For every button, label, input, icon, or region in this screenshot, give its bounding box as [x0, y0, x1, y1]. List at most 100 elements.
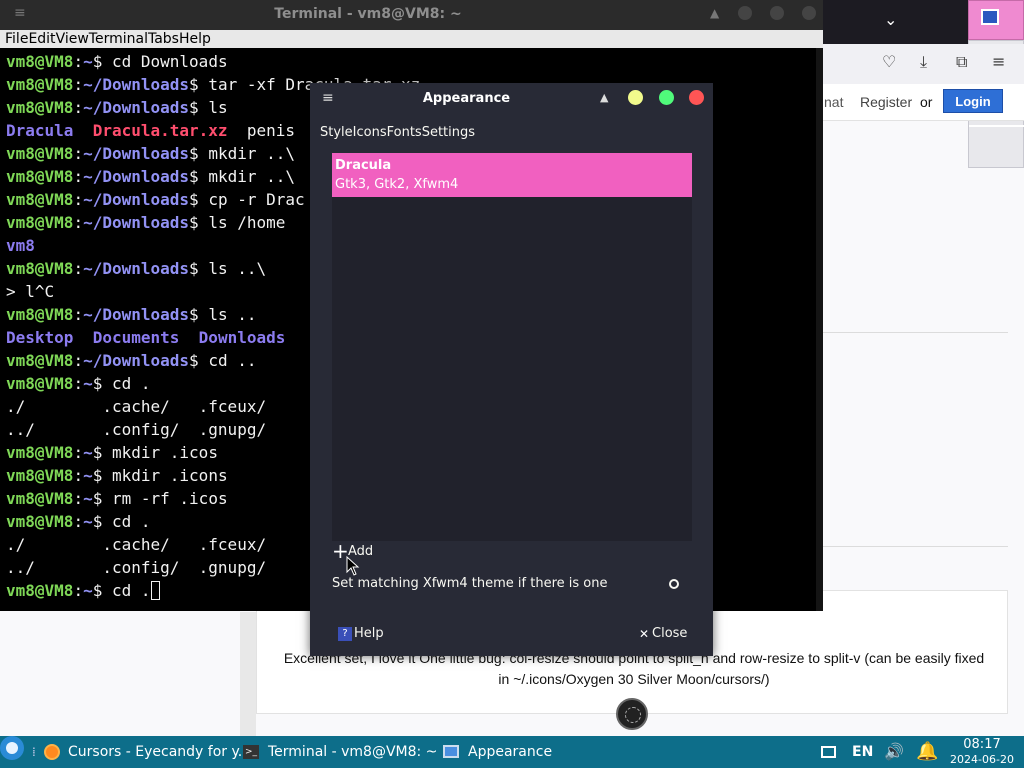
prompt-separator: : [73, 190, 84, 209]
prompt-separator: : [73, 52, 84, 71]
menu-help[interactable]: Help [179, 30, 211, 48]
tab-fonts[interactable]: Fonts [387, 124, 422, 142]
prompt-path: ~ [83, 443, 93, 462]
prompt-user: vm8@VM8 [6, 213, 74, 232]
shade-icon[interactable]: ▲ [710, 6, 719, 20]
xfwm-match-label: Set matching Xfwm4 theme if there is one [332, 576, 608, 591]
dir-entry: Documents [92, 328, 180, 347]
terminal-titlebar[interactable]: ≡ Terminal - vm8@VM8: ~ ▲ [0, 0, 823, 30]
theme-subtitle: Gtk3, Gtk2, Xfwm4 [335, 177, 459, 192]
command-text: $ ls [189, 98, 228, 117]
prompt-path: ~ [83, 512, 93, 531]
clock-date[interactable]: 2024-06-20 [944, 752, 1020, 768]
download-icon[interactable]: ⤓ [920, 52, 927, 72]
output-text: ../ .config/ .gnupg/ [6, 558, 267, 577]
menu-file[interactable]: File [5, 30, 28, 48]
tab-settings[interactable]: Settings [422, 124, 475, 142]
nav-link[interactable]: nat [824, 94, 843, 110]
command-text: $ mkdir .icos [92, 443, 218, 462]
terminal-scrollbar[interactable] [816, 48, 823, 611]
taskbar-item-appearance[interactable]: Appearance [468, 736, 552, 768]
start-menu-icon[interactable] [0, 736, 24, 760]
close-window-button[interactable] [689, 90, 704, 105]
prompt-separator: : [73, 305, 84, 324]
minimize-button[interactable] [628, 90, 643, 105]
command-text: $ ls ..\ [189, 259, 267, 278]
close-button[interactable] [802, 6, 816, 20]
prompt-user: vm8@VM8 [6, 305, 74, 324]
window-icon [981, 9, 999, 25]
prompt-user: vm8@VM8 [6, 52, 74, 71]
xfwm-match-checkbox[interactable] [669, 579, 679, 589]
help-label: Help [354, 626, 384, 641]
command-text: $ cd .. [189, 351, 257, 370]
prompt-path: ~/Downloads [83, 190, 190, 209]
taskbar-item-browser[interactable]: Cursors - Eyecandy for y... [68, 736, 251, 768]
prompt-path: ~/Downloads [83, 305, 190, 324]
terminal-line: vm8@VM8:~$ cd Downloads [6, 50, 818, 73]
volume-icon[interactable]: 🔊 [884, 736, 904, 768]
taskbar-item-terminal[interactable]: Terminal - vm8@VM8: ~ [268, 736, 437, 768]
command-text: $ mkdir .icons [92, 466, 228, 485]
menu-icon[interactable]: ≡ [992, 52, 1005, 71]
login-button[interactable]: Login [943, 89, 1003, 113]
menu-tabs[interactable]: Tabs [148, 30, 179, 48]
tab-list-chevron-icon[interactable]: ⌄ [884, 10, 897, 29]
site-header: nat Register or Login [820, 84, 1024, 121]
command-text: $ mkdir ..\ [189, 144, 296, 163]
command-text: $ ls .. [189, 305, 257, 324]
tab-style[interactable]: Style [320, 124, 353, 142]
menu-edit[interactable]: Edit [28, 30, 55, 48]
pocket-icon[interactable]: ♡ [882, 52, 896, 71]
terminal-icon: >_ [243, 745, 259, 759]
maximize-button[interactable] [770, 6, 784, 20]
output-text: ../ .config/ .gnupg/ [6, 420, 267, 439]
maximize-button[interactable] [659, 90, 674, 105]
tab-icons[interactable]: Icons [353, 124, 387, 142]
command-text: $ cp -r Drac [189, 190, 305, 209]
appearance-tabs: Style Icons Fonts Settings [320, 124, 475, 142]
extensions-icon[interactable]: ⧉ [956, 52, 967, 72]
prompt-user: vm8@VM8 [6, 374, 74, 393]
window-thumbnail[interactable] [968, 0, 1024, 40]
menu-terminal[interactable]: Terminal [89, 30, 148, 48]
prompt-path: ~ [83, 52, 93, 71]
page-gutter [240, 612, 256, 736]
or-text: or [920, 94, 933, 110]
dir-entry: vm8 [6, 236, 35, 255]
prompt-user: vm8@VM8 [6, 443, 74, 462]
appearance-title: Appearance [422, 91, 511, 106]
appearance-icon [443, 745, 459, 758]
notification-bell-icon[interactable]: 🔔 [916, 736, 938, 768]
menu-view[interactable]: View [56, 30, 89, 48]
dir-entry: Desktop [6, 328, 74, 347]
prompt-separator: : [73, 98, 84, 117]
prompt-separator: : [73, 75, 84, 94]
command-text: $ cd . [92, 581, 151, 600]
prompt-path: ~ [83, 374, 93, 393]
files-icon[interactable]: ⁞ [32, 736, 36, 768]
minimize-button[interactable] [738, 6, 752, 20]
prompt-path: ~ [83, 489, 93, 508]
network-icon[interactable] [821, 746, 836, 758]
theme-list[interactable]: Dracula Gtk3, Gtk2, Xfwm4 [332, 153, 692, 541]
prompt-path: ~/Downloads [83, 167, 190, 186]
avatar[interactable] [616, 698, 648, 730]
prompt-path: ~/Downloads [83, 75, 190, 94]
text-cursor [150, 581, 160, 600]
prompt-user: vm8@VM8 [6, 259, 74, 278]
theme-list-item[interactable]: Dracula Gtk3, Gtk2, Xfwm4 [332, 153, 692, 197]
register-link[interactable]: Register [860, 94, 912, 110]
appearance-titlebar[interactable]: ≡ Appearance ▲ [310, 83, 713, 113]
terminal-menubar: File Edit View Terminal Tabs Help [0, 30, 823, 48]
prompt-path: ~/Downloads [83, 213, 190, 232]
clock-time[interactable]: 08:17 [950, 737, 1014, 753]
command-text: $ cd . [92, 374, 151, 393]
shade-icon[interactable]: ▲ [600, 91, 608, 104]
keyboard-layout[interactable]: EN [852, 736, 873, 768]
prompt-user: vm8@VM8 [6, 351, 74, 370]
prompt-path: ~/Downloads [83, 259, 190, 278]
command-text: $ mkdir ..\ [189, 167, 296, 186]
divider [820, 332, 1008, 333]
